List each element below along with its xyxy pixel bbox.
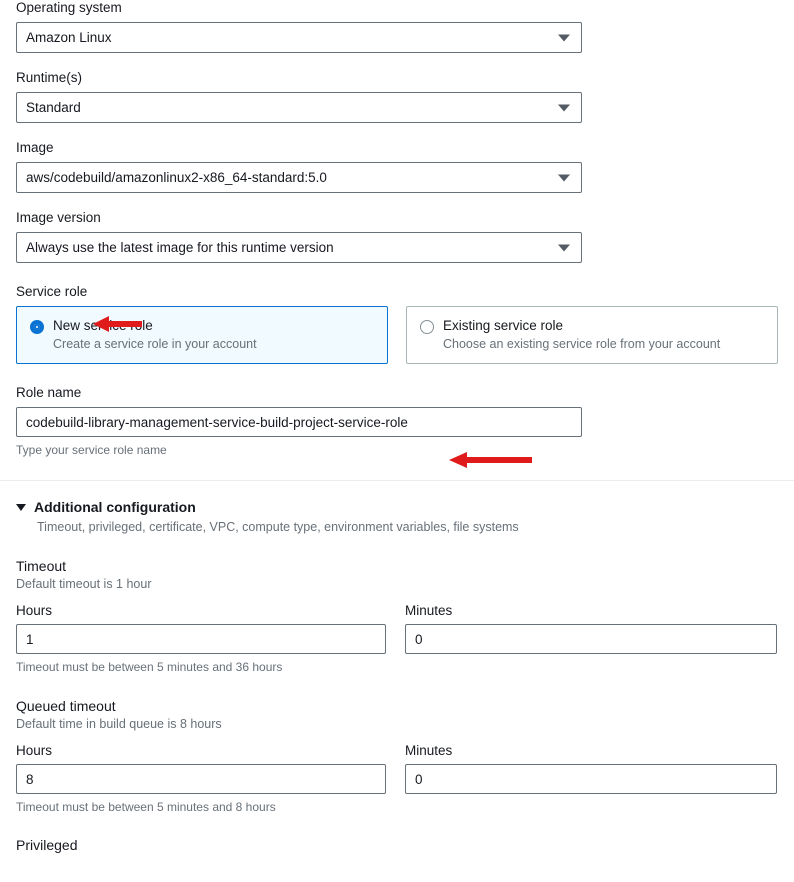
chevron-down-icon [558,104,570,111]
additional-configuration-subtitle: Timeout, privileged, certificate, VPC, c… [37,520,519,534]
timeout-hours-input[interactable]: 1 [16,624,386,654]
timeout-minutes-label: Minutes [405,603,453,618]
timeout-minutes-input[interactable]: 0 [405,624,777,654]
chevron-down-icon [558,174,570,181]
service-role-option-new-description: Create a service role in your account [53,337,257,351]
runtimes-select[interactable]: Standard [16,92,582,123]
queued-timeout-title: Queued timeout [16,698,116,714]
timeout-minutes-value: 0 [415,631,423,647]
runtimes-value: Standard [26,100,81,115]
timeout-inputs: Hours 1 Minutes 0 [16,603,778,654]
queued-timeout-hint: Timeout must be between 5 minutes and 8 … [16,800,276,814]
role-name-hint: Type your service role name [16,443,167,457]
role-name-input[interactable]: codebuild-library-management-service-bui… [16,407,582,437]
triangle-down-icon [16,503,26,511]
service-role-options: New service role Create a service role i… [16,306,778,364]
queued-timeout-minutes-label: Minutes [405,743,453,758]
timeout-hint: Timeout must be between 5 minutes and 36… [16,660,283,674]
operating-system-value: Amazon Linux [26,30,112,45]
radio-unselected-icon[interactable] [420,320,434,334]
timeout-subtitle: Default timeout is 1 hour [16,577,152,591]
service-role-option-existing[interactable]: Existing service role Choose an existing… [406,306,778,364]
section-divider [0,480,794,481]
role-name-value: codebuild-library-management-service-bui… [26,414,408,430]
field-role-name: Role name codebuild-library-management-s… [16,385,778,458]
image-select[interactable]: aws/codebuild/amazonlinux2-x86_64-standa… [16,162,582,193]
queued-timeout-hours-input[interactable]: 8 [16,764,386,794]
operating-system-label: Operating system [16,0,122,15]
field-image-version: Image version Always use the latest imag… [16,210,778,263]
queued-timeout-hours-value: 8 [26,771,34,787]
timeout-hours-value: 1 [26,631,34,647]
timeout-minutes-group: Minutes 0 [405,603,777,654]
section-timeout: Timeout Default timeout is 1 hour Hours … [16,557,778,675]
image-version-value: Always use the latest image for this run… [26,240,334,255]
service-role-option-new-title: New service role [53,318,153,333]
queued-timeout-subtitle: Default time in build queue is 8 hours [16,717,222,731]
queued-timeout-minutes-group: Minutes 0 [405,743,777,794]
field-service-role: Service role New service role Create a s… [16,284,778,364]
image-version-label: Image version [16,210,101,225]
timeout-hours-label: Hours [16,603,53,618]
queued-timeout-inputs: Hours 8 Minutes 0 [16,743,778,794]
section-queued-timeout: Queued timeout Default time in build que… [16,697,778,815]
image-value: aws/codebuild/amazonlinux2-x86_64-standa… [26,170,327,185]
runtimes-label: Runtime(s) [16,70,83,85]
additional-configuration-toggle[interactable]: Additional configuration [16,499,778,515]
queued-timeout-minutes-value: 0 [415,771,423,787]
additional-configuration-title: Additional configuration [34,499,196,515]
field-operating-system: Operating system Amazon Linux [16,0,778,53]
image-label: Image [16,140,54,155]
service-role-label: Service role [16,284,88,299]
field-image: Image aws/codebuild/amazonlinux2-x86_64-… [16,140,778,193]
role-name-label: Role name [16,385,82,400]
operating-system-select[interactable]: Amazon Linux [16,22,582,53]
radio-selected-icon[interactable] [30,320,44,334]
service-role-option-new[interactable]: New service role Create a service role i… [16,306,388,364]
queued-timeout-minutes-input[interactable]: 0 [405,764,777,794]
queued-timeout-hours-label: Hours [16,743,53,758]
image-version-select[interactable]: Always use the latest image for this run… [16,232,582,263]
queued-timeout-hours-group: Hours 8 [16,743,386,794]
privileged-label: Privileged [16,837,78,853]
codebuild-environment-form: Operating system Amazon Linux Runtime(s)… [0,0,794,853]
chevron-down-icon [558,244,570,251]
chevron-down-icon [558,34,570,41]
timeout-hours-group: Hours 1 [16,603,386,654]
service-role-option-existing-title: Existing service role [443,318,564,333]
timeout-title: Timeout [16,558,67,574]
field-runtimes: Runtime(s) Standard [16,70,778,123]
service-role-option-existing-description: Choose an existing service role from you… [443,337,721,351]
